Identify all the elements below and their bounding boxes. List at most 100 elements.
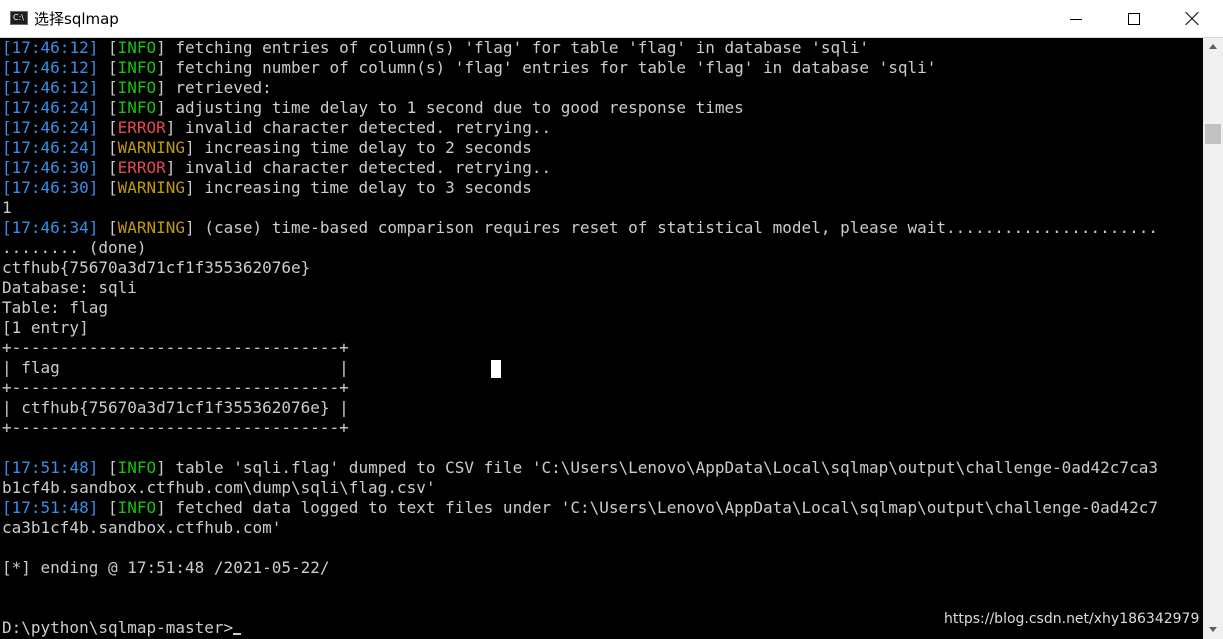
level-bracket: ] (156, 458, 166, 477)
console-text: ca3b1cf4b.sandbox.ctfhub.com' (2, 518, 282, 537)
console-text: ........ (done) (2, 238, 147, 257)
console-line: ctfhub{75670a3d71cf1f355362076e} (2, 258, 1158, 278)
watermark: https://blog.csdn.net/xhy18634297976 (944, 611, 1200, 627)
level-bracket: ] (156, 78, 166, 97)
level-bracket: [ (107, 158, 118, 177)
vertical-scrollbar[interactable] (1203, 38, 1223, 639)
log-message: (case) time-based comparison requires re… (194, 218, 1158, 237)
console-line: [17:46:24] [ERROR] invalid character det… (2, 118, 1158, 138)
timestamp: 17:46:34 (11, 218, 89, 237)
console-app-icon[interactable]: C:\ (10, 11, 28, 25)
console-output[interactable]: [17:46:12] [INFO] fetching entries of co… (0, 38, 1203, 639)
console-line: ........ (done) (2, 238, 1158, 258)
minimize-button[interactable] (1047, 0, 1105, 38)
console-line: +----------------------------------+ (2, 418, 1158, 438)
timestamp: 17:51:48 (11, 458, 89, 477)
timestamp-bracket: ] (88, 58, 108, 77)
log-message: invalid character detected. retrying.. (175, 158, 552, 177)
console-line: [17:46:12] [INFO] retrieved: (2, 78, 1158, 98)
log-level: INFO (117, 78, 157, 97)
console-text: [1 entry] (2, 318, 89, 337)
timestamp-bracket: ] (88, 498, 108, 517)
timestamp: 17:51:48 (11, 498, 89, 517)
log-level: WARNING (117, 178, 186, 197)
level-bracket: [ (107, 138, 118, 157)
timestamp: 17:46:12 (11, 78, 89, 97)
timestamp-bracket: ] (88, 218, 108, 237)
timestamp-bracket: [ (2, 38, 12, 57)
console-line: [17:46:30] [ERROR] invalid character det… (2, 158, 1158, 178)
timestamp-bracket: ] (88, 78, 108, 97)
close-icon (1185, 12, 1199, 26)
level-bracket: [ (107, 38, 118, 57)
log-level: INFO (117, 98, 157, 117)
log-message: fetching number of column(s) 'flag' entr… (165, 58, 937, 77)
log-level: INFO (117, 458, 157, 477)
log-level: WARNING (117, 138, 186, 157)
console-line: Table: flag (2, 298, 1158, 318)
timestamp: 17:46:24 (11, 138, 89, 157)
level-bracket: ] (156, 38, 166, 57)
timestamp-bracket: [ (2, 158, 12, 177)
console-line: | flag | (2, 358, 1158, 378)
console-line: [17:46:34] [WARNING] (case) time-based c… (2, 218, 1158, 238)
level-bracket: ] (185, 178, 195, 197)
log-message: retrieved: (165, 78, 272, 97)
timestamp: 17:46:24 (11, 118, 89, 137)
console-text: Table: flag (2, 298, 108, 317)
timestamp: 17:46:30 (11, 158, 89, 177)
console-line: [1 entry] (2, 318, 1158, 338)
timestamp-bracket: ] (88, 138, 108, 157)
log-message: table 'sqli.flag' dumped to CSV file 'C:… (165, 458, 1158, 477)
console-line: | ctfhub{75670a3d71cf1f355362076e} | (2, 398, 1158, 418)
level-bracket: ] (185, 138, 195, 157)
scroll-down-arrow-icon[interactable] (1209, 627, 1217, 632)
log-message: fetched data logged to text files under … (165, 498, 1158, 517)
console-text: +----------------------------------+ (2, 338, 349, 357)
level-bracket: ] (165, 118, 176, 137)
console-text: +----------------------------------+ (2, 418, 349, 437)
level-bracket: [ (107, 178, 118, 197)
timestamp: 17:46:30 (11, 178, 89, 197)
console-line: Database: sqli (2, 278, 1158, 298)
level-bracket: [ (107, 98, 118, 117)
command-prompt[interactable]: D:\python\sqlmap-master> (2, 618, 233, 637)
timestamp: 17:46:12 (11, 38, 89, 57)
text-cursor (233, 633, 242, 635)
console-text: 1 (2, 198, 12, 217)
level-bracket: [ (107, 218, 118, 237)
level-bracket: [ (107, 118, 118, 137)
log-level: INFO (117, 498, 157, 517)
log-level: ERROR (117, 118, 166, 137)
console-line: ca3b1cf4b.sandbox.ctfhub.com' (2, 518, 1158, 538)
console-line: [17:51:48] [INFO] table 'sqli.flag' dump… (2, 458, 1158, 478)
timestamp-bracket: ] (88, 98, 108, 117)
console-line: [17:46:30] [WARNING] increasing time del… (2, 178, 1158, 198)
level-bracket: [ (107, 498, 118, 517)
timestamp-bracket: ] (88, 458, 108, 477)
log-message: invalid character detected. retrying.. (175, 118, 552, 137)
timestamp-bracket: [ (2, 58, 12, 77)
scroll-up-arrow-icon[interactable] (1209, 44, 1217, 49)
level-bracket: ] (156, 98, 166, 117)
timestamp-bracket: [ (2, 218, 12, 237)
selection-cursor (491, 360, 501, 378)
timestamp-bracket: [ (2, 178, 12, 197)
close-button[interactable] (1163, 0, 1221, 38)
level-bracket: ] (165, 158, 176, 177)
timestamp-bracket: [ (2, 98, 12, 117)
title-bar[interactable]: C:\ 选择sqlmap (0, 0, 1223, 38)
scroll-thumb[interactable] (1205, 124, 1221, 144)
maximize-button[interactable] (1105, 0, 1163, 38)
console-line: [17:51:48] [INFO] fetched data logged to… (2, 498, 1158, 518)
minimize-icon (1070, 18, 1082, 20)
log-message: adjusting time delay to 1 second due to … (165, 98, 744, 117)
log-level: ERROR (117, 158, 166, 177)
level-bracket: [ (107, 78, 118, 97)
console-text: [*] ending @ 17:51:48 /2021-05-22/ (2, 558, 330, 577)
console-line: [17:46:12] [INFO] fetching number of col… (2, 58, 1158, 78)
log-message: increasing time delay to 3 seconds (194, 178, 532, 197)
console-line: [17:46:12] [INFO] fetching entries of co… (2, 38, 1158, 58)
